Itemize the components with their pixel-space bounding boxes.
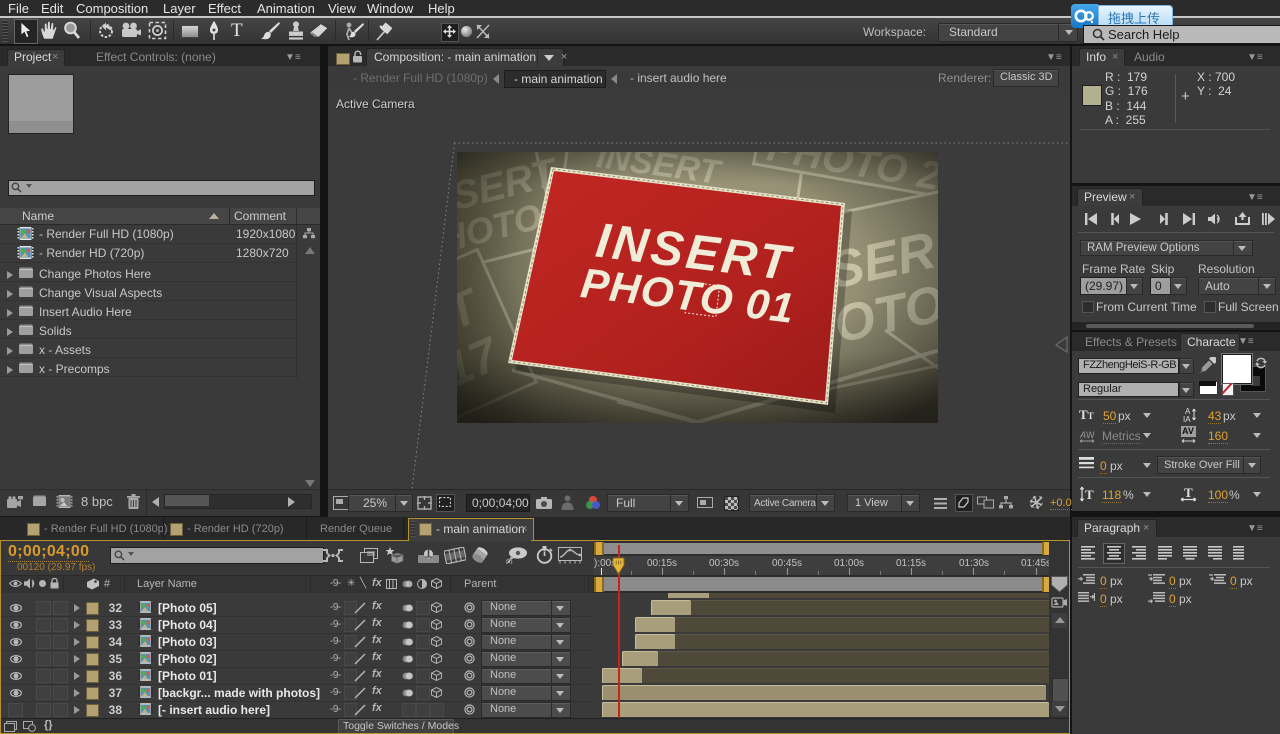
svg-text:W: W bbox=[1086, 430, 1095, 440]
svg-text:A: A bbox=[1079, 430, 1086, 440]
svg-text:IA: IA bbox=[1183, 415, 1191, 423]
svg-text:T: T bbox=[1085, 487, 1094, 502]
svg-text:T: T bbox=[1184, 486, 1193, 500]
